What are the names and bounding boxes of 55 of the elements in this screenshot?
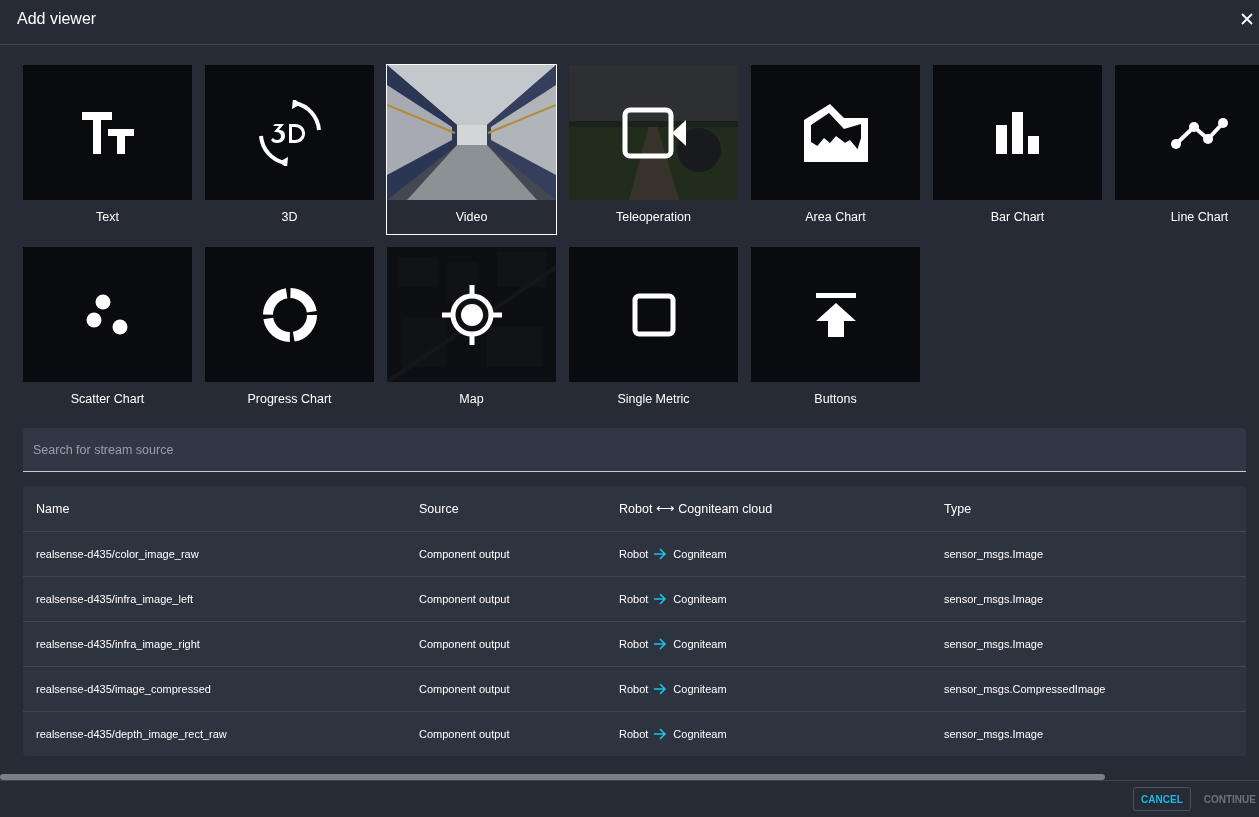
table-cell-text: Component output bbox=[419, 683, 511, 696]
cloud-label: Cogniteam bbox=[673, 593, 727, 606]
text-format-icon bbox=[81, 112, 134, 154]
robot-label: Robot bbox=[619, 683, 649, 696]
cloud-label: Cogniteam bbox=[673, 548, 727, 561]
arrow-right-icon bbox=[654, 593, 668, 606]
table-cell-text: sensor_msgs.Image bbox=[944, 593, 1045, 606]
bar-chart-icon bbox=[995, 112, 1040, 154]
scrollbar-thumb[interactable] bbox=[0, 774, 1105, 781]
table-cell-text: realsense-d435/image_compressed bbox=[36, 683, 212, 696]
arrow-right-icon bbox=[654, 548, 668, 561]
robot-label: Robot bbox=[619, 548, 649, 561]
table-cell-text: Component output bbox=[419, 728, 511, 741]
cancel-button[interactable]: CANCEL bbox=[1133, 787, 1191, 812]
crosshair-icon bbox=[441, 285, 502, 345]
table-cell-text: realsense-d435/infra_image_left bbox=[36, 593, 195, 606]
scatter-dots-icon bbox=[85, 294, 130, 336]
cloud-label: Cogniteam bbox=[673, 683, 727, 696]
rotate-3d-icon bbox=[256, 100, 323, 166]
column-header: Name bbox=[36, 502, 71, 516]
table-cell-text: realsense-d435/color_image_raw bbox=[36, 548, 200, 561]
column-header: Source bbox=[419, 502, 460, 516]
progress-ring-icon bbox=[261, 287, 318, 343]
table-row[interactable]: realsense-d435/color_image_raw Component output Robot Cogniteam sensor_msgs.Image bbox=[23, 531, 1246, 577]
search-field[interactable]: Search for stream source bbox=[23, 428, 1246, 473]
table-cell-text: Component output bbox=[419, 548, 511, 561]
table-cell-text: sensor_msgs.Image bbox=[944, 638, 1045, 651]
table-cell-text: sensor_msgs.CompressedImage bbox=[944, 683, 1107, 696]
robot-label: Robot bbox=[619, 638, 649, 651]
table-row[interactable]: realsense-d435/depth_image_rect_raw Component output Robot Cogniteam sensor_msgs.Image bbox=[23, 711, 1246, 757]
table-cell-text: realsense-d435/infra_image_right bbox=[36, 638, 201, 651]
table-cell-text: sensor_msgs.Image bbox=[944, 548, 1045, 561]
table-row[interactable]: realsense-d435/infra_image_right Component output Robot Cogniteam sensor_msgs.Image bbox=[23, 621, 1246, 667]
cloud-label: Cogniteam bbox=[673, 638, 727, 651]
table-cell-text: Component output bbox=[419, 638, 511, 651]
table-cell-text: sensor_msgs.Image bbox=[944, 728, 1045, 741]
viewer-tile[interactable]: Video bbox=[386, 64, 557, 236]
arrow-right-icon bbox=[654, 728, 668, 741]
table-row[interactable]: realsense-d435/image_compressed Component output Robot Cogniteam sensor_msgs.CompressedImage bbox=[23, 666, 1246, 712]
square-icon bbox=[631, 293, 676, 337]
area-chart-icon bbox=[803, 104, 868, 162]
video-camera-icon bbox=[621, 107, 686, 159]
upload-icon bbox=[815, 293, 856, 337]
column-header: Robot ⟷ Cogniteam cloud bbox=[619, 501, 774, 517]
robot-label: Robot bbox=[619, 728, 649, 741]
arrow-right-icon bbox=[654, 638, 668, 651]
robot-label: Robot bbox=[619, 593, 649, 606]
table-row[interactable]: realsense-d435/infra_image_left Component output Robot Cogniteam sensor_msgs.Image bbox=[23, 576, 1246, 622]
cloud-label: Cogniteam bbox=[673, 728, 727, 741]
line-chart-icon bbox=[1170, 117, 1229, 149]
column-header: Type bbox=[944, 502, 973, 516]
table-cell-text: Component output bbox=[419, 593, 511, 606]
dialog-title: Add viewer bbox=[17, 10, 97, 29]
arrow-right-icon bbox=[654, 683, 668, 696]
table-cell-text: realsense-d435/depth_image_rect_raw bbox=[36, 728, 228, 741]
